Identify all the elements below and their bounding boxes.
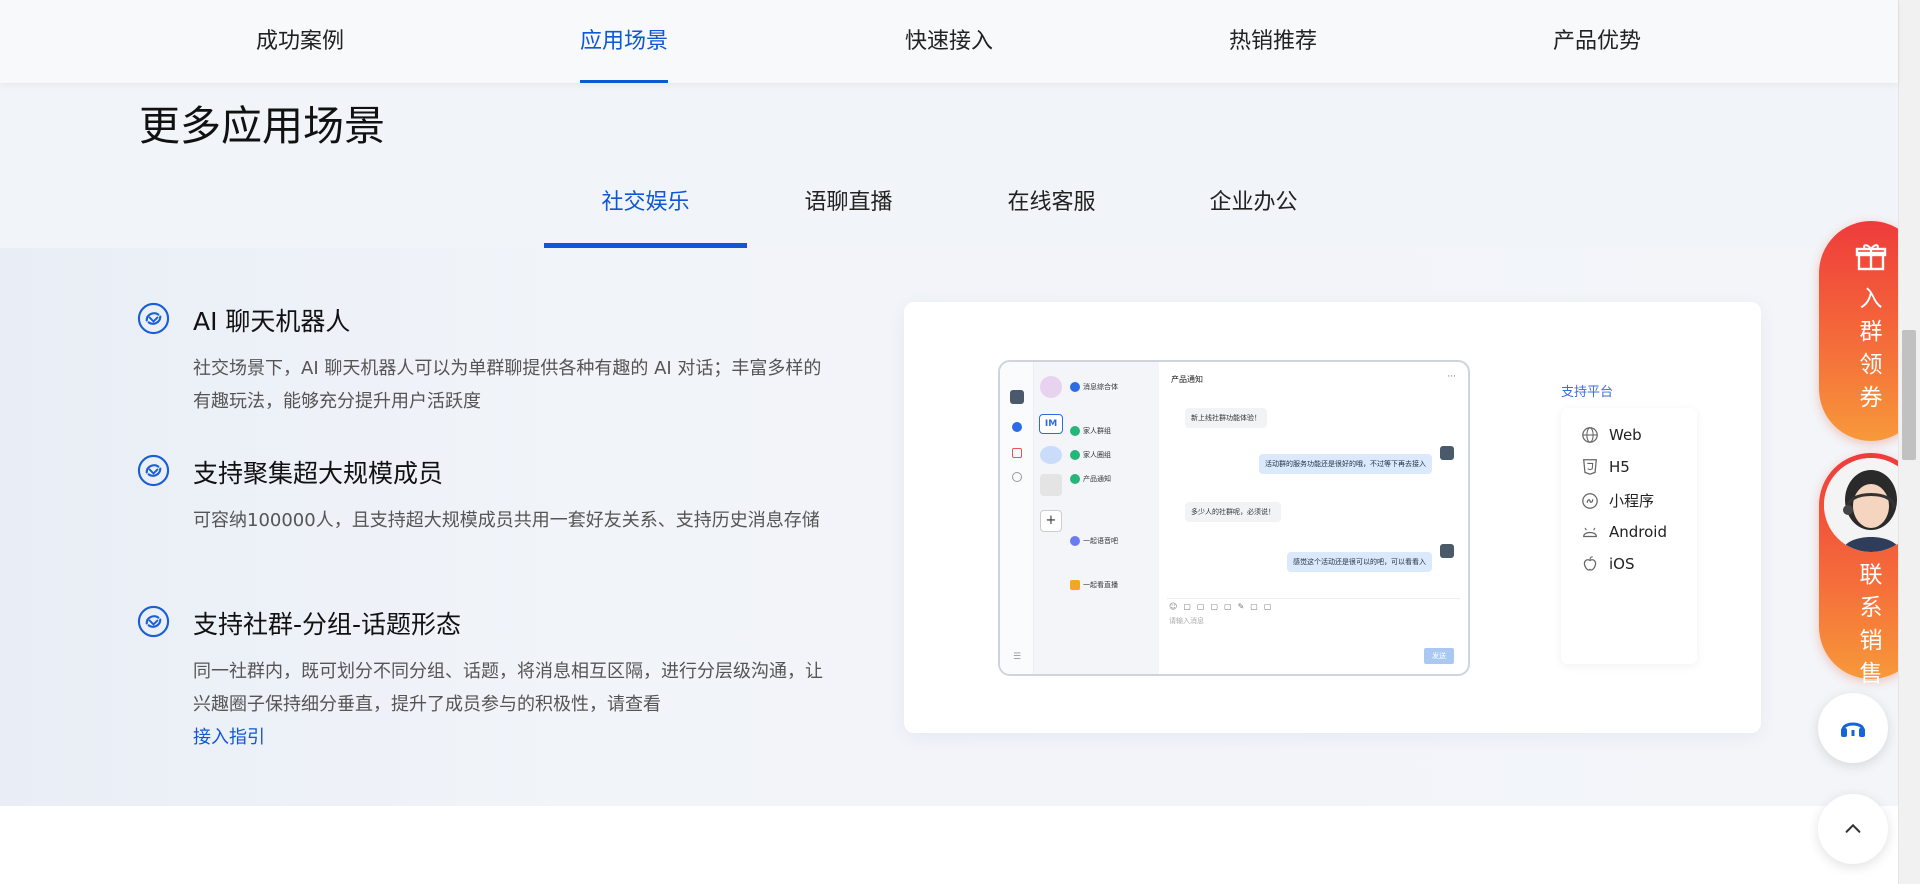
- next-section-band: [0, 806, 1898, 884]
- platform-list: Web H5 小程序 Android iOS: [1561, 408, 1697, 664]
- feature-description: 社交场景下，AI 聊天机器人可以为单群聊提供各种有趣的 AI 对话；丰富多样的有…: [193, 358, 822, 412]
- nav-tab-quick-access[interactable]: 快速接入: [905, 0, 993, 83]
- feature-description-text: 同一社群内，既可划分不同分组、话题，将消息相互区隔，进行分层级沟通，让兴趣圈子保…: [193, 661, 823, 715]
- session-icon: [1070, 580, 1080, 590]
- sender-avatar: [1440, 544, 1454, 558]
- input-toolbar-icons: ☺▢▢▢▢✎▢▢: [1169, 602, 1278, 611]
- chat-message: 多少人的社群呢，必须说！: [1185, 502, 1281, 522]
- platform-h5: H5: [1581, 458, 1630, 476]
- platform-mini-program: 小程序: [1581, 490, 1654, 511]
- session-item: 家人圈组: [1070, 450, 1111, 460]
- platform-ios: iOS: [1581, 555, 1635, 573]
- platform-web: Web: [1581, 426, 1642, 444]
- notification-icon: [1012, 448, 1022, 458]
- session-icon: [1070, 426, 1080, 436]
- android-icon: [1583, 527, 1597, 538]
- mockup-session-list: IM + 消息综合体 家人群组 家人圈组 产品通知 一起语音吧 一起看直播: [1034, 362, 1159, 674]
- session-item: 一起语音吧: [1070, 536, 1118, 546]
- session-icon: [1070, 450, 1080, 460]
- feature-description: 同一社群内，既可划分不同分组、话题，将消息相互区隔，进行分层级沟通，让兴趣圈子保…: [193, 655, 833, 754]
- customer-support-button[interactable]: [1818, 693, 1888, 763]
- apple-icon: [1583, 556, 1597, 571]
- nav-tab-cases[interactable]: 成功案例: [256, 0, 344, 83]
- top-navigation: 成功案例 应用场景 快速接入 热销推荐 产品优势: [0, 0, 1898, 83]
- html5-icon: [1583, 459, 1597, 475]
- session-icon: [1070, 536, 1080, 546]
- session-item: 一起看直播: [1070, 580, 1118, 590]
- back-to-top-button[interactable]: [1818, 794, 1888, 864]
- send-button: 发送: [1424, 648, 1454, 664]
- chat-title: 产品通知: [1171, 375, 1203, 384]
- mockup-sidebar-rail: ☰: [1000, 362, 1034, 674]
- feature-badge-icon: [137, 454, 170, 487]
- nav-tab-scenarios[interactable]: 应用场景: [580, 0, 668, 83]
- add-icon: +: [1040, 510, 1062, 532]
- subtab-voice-live[interactable]: 语聊直播: [747, 178, 950, 248]
- feature-title: AI 聊天机器人: [193, 307, 351, 336]
- bot-avatar-icon: [1040, 376, 1062, 398]
- chat-icon: [1012, 422, 1022, 432]
- session-item: 消息综合体: [1070, 382, 1118, 392]
- mockup-chat-panel: 产品通知 ··· 新上线社群功能体验！ 活动群的服务功能还是很好的哦，不过等下再…: [1159, 362, 1468, 674]
- user-avatar: [1010, 390, 1024, 404]
- subtab-enterprise-office[interactable]: 企业办公: [1152, 178, 1355, 248]
- feature-community-groups: 支持社群-分组-话题形态 同一社群内，既可划分不同分组、话题，将消息相互区隔，进…: [137, 605, 827, 765]
- feature-title: 支持聚集超大规模成员: [193, 459, 444, 488]
- subtab-online-service[interactable]: 在线客服: [950, 178, 1153, 248]
- im-logo-icon: IM: [1039, 414, 1063, 434]
- session-icon: [1070, 474, 1080, 484]
- product-preview-card: ☰ IM + 消息综合体 家人群组 家人圈组 产品通知 一起语音吧 一起看直播 …: [904, 302, 1761, 733]
- feature-badge-icon: [137, 605, 170, 638]
- platform-label: 支持平台: [1561, 385, 1614, 400]
- sender-avatar: [1440, 446, 1454, 460]
- feature-description: 可容纳100000人，且支持超大规模成员共用一套好友关系、支持历史消息存储: [193, 510, 820, 531]
- access-guide-link[interactable]: 接入指引: [193, 721, 833, 754]
- headset-icon: [1841, 722, 1865, 737]
- subtab-social-entertainment[interactable]: 社交娱乐: [544, 178, 747, 248]
- globe-icon: [1582, 427, 1598, 443]
- menu-icon: ☰: [1013, 652, 1022, 662]
- nav-tab-advantages[interactable]: 产品优势: [1553, 0, 1641, 83]
- session-item: 家人群组: [1070, 426, 1111, 436]
- message-input-placeholder: 请输入消息: [1169, 617, 1204, 625]
- contacts-icon: [1012, 472, 1022, 482]
- feature-ai-chatbot: AI 聊天机器人 社交场景下，AI 聊天机器人可以为单群聊提供各种有趣的 AI …: [137, 302, 827, 422]
- section-title: 更多应用场景: [139, 102, 385, 150]
- feature-large-scale-members: 支持聚集超大规模成员 可容纳100000人，且支持超大规模成员共用一套好友关系、…: [137, 454, 827, 574]
- nav-tab-hot-sales[interactable]: 热销推荐: [1229, 0, 1317, 83]
- platform-android: Android: [1581, 523, 1667, 541]
- session-item: 产品通知: [1070, 474, 1111, 484]
- chevron-up-icon: [1845, 823, 1861, 833]
- community-icon: [1040, 474, 1062, 496]
- session-icon: [1070, 382, 1080, 392]
- feature-title: 支持社群-分组-话题形态: [193, 610, 462, 639]
- chat-message: 感觉这个活动还是很可以的吧，可以看看入: [1287, 552, 1432, 572]
- chat-message: 活动群的服务功能还是很好的哦，不过等下再去接入: [1259, 454, 1432, 474]
- more-icon: ···: [1447, 372, 1456, 382]
- page-scrollbar-thumb[interactable]: [1902, 330, 1916, 460]
- chat-app-mockup: ☰ IM + 消息综合体 家人群组 家人圈组 产品通知 一起语音吧 一起看直播 …: [998, 360, 1470, 676]
- toolbar-divider: [1167, 598, 1460, 599]
- feature-badge-icon: [137, 302, 170, 335]
- chat-message: 新上线社群功能体验！: [1185, 408, 1267, 428]
- group-icon: [1040, 446, 1062, 464]
- mini-program-icon: [1582, 492, 1598, 509]
- gift-icon: [1855, 244, 1887, 271]
